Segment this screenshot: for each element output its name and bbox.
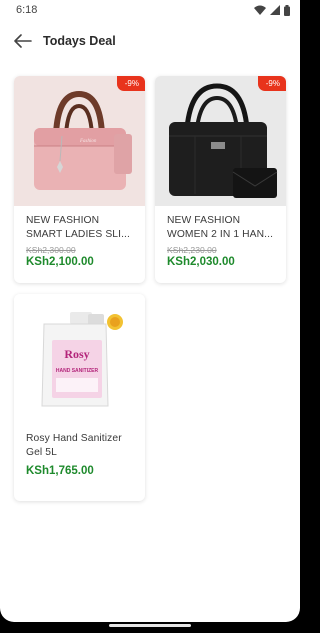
back-arrow-icon[interactable] <box>12 30 34 52</box>
product-price: KSh2,030.00 <box>167 256 235 268</box>
discount-badge: -9% <box>257 76 286 91</box>
app-bar: Todays Deal <box>0 20 300 62</box>
battery-icon <box>284 4 290 16</box>
product-card[interactable]: Rosy HAND SANITIZER Rosy Hand Sanitizer … <box>14 294 145 501</box>
page-title: Todays Deal <box>43 34 116 48</box>
svg-text:Fashion: Fashion <box>79 139 97 144</box>
discount-badge: -9% <box>116 76 145 91</box>
status-icons <box>254 4 290 16</box>
product-image-sanitizer: Rosy HAND SANITIZER <box>14 294 145 424</box>
product-name: NEW FASHION SMART LADIES SLI... <box>26 215 130 240</box>
wifi-icon <box>254 5 266 15</box>
home-indicator[interactable] <box>109 624 191 627</box>
screen: 6:18 Todays Deal Fashion -9% NEW FASHION… <box>0 0 300 622</box>
status-bar: 6:18 <box>0 0 300 20</box>
old-price: KSh2,230.00 <box>167 245 217 255</box>
product-name: NEW FASHION WOMEN 2 IN 1 HAN... <box>167 215 274 240</box>
old-price: KSh2,300.00 <box>26 245 76 255</box>
label-brand: Rosy <box>64 347 89 361</box>
product-price: KSh1,765.00 <box>26 465 94 477</box>
product-card[interactable]: -9% NEW FASHION WOMEN 2 IN 1 HAN... KSh2… <box>155 76 286 283</box>
product-image-black-handbag: -9% <box>155 76 286 206</box>
product-grid: Fashion -9% NEW FASHION SMART LADIES SLI… <box>14 76 286 501</box>
label-text: HAND SANITIZER <box>56 368 99 374</box>
product-name: Rosy Hand Sanitizer Gel 5L <box>26 433 122 458</box>
product-image-pink-handbag: Fashion -9% <box>14 76 145 206</box>
product-price: KSh2,100.00 <box>26 256 94 268</box>
product-card[interactable]: Fashion -9% NEW FASHION SMART LADIES SLI… <box>14 76 145 283</box>
signal-icon <box>270 5 280 15</box>
status-time: 6:18 <box>16 4 38 16</box>
